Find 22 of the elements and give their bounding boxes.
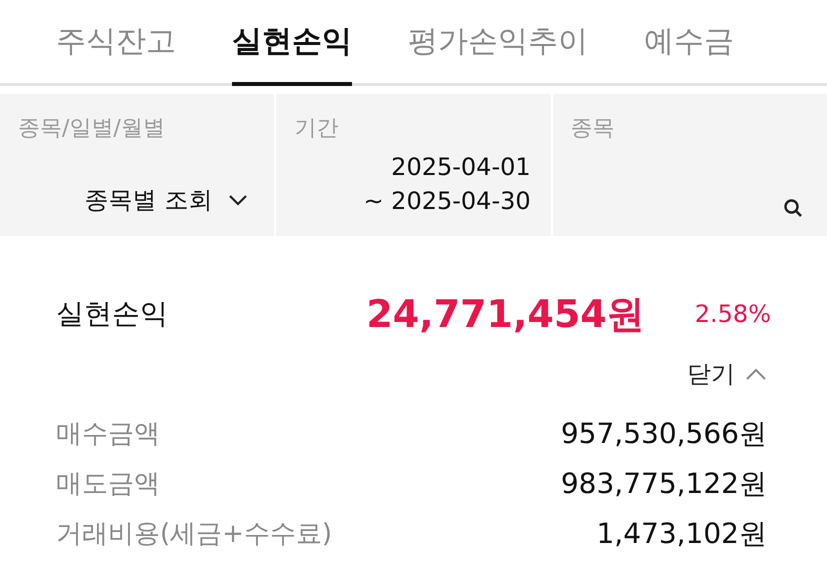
realized-profit-amount: 24,771,454원 xyxy=(366,290,645,338)
filter-label: 종목/일별/월별 xyxy=(18,115,166,143)
filter-label: 종목 xyxy=(570,115,616,143)
period-field[interactable]: 2025-04-01 ~ 2025-04-30 xyxy=(363,150,533,218)
profit-rate: 2.58% xyxy=(694,299,771,330)
tab[interactable]: 주식잔고 xyxy=(56,0,176,86)
tab[interactable]: 평가손익추이 xyxy=(408,0,588,86)
chevron-up-icon xyxy=(745,368,767,380)
search-icon xyxy=(783,198,803,218)
detail-label: 매도금액 xyxy=(56,468,160,500)
summary-label: 실현손익 xyxy=(56,296,168,332)
view-dropdown[interactable]: 종목별 조회 xyxy=(84,182,256,218)
tab[interactable]: 예수금 xyxy=(644,0,734,86)
filter-label: 기간 xyxy=(294,115,340,143)
tab[interactable]: 실현손익 xyxy=(232,0,352,86)
detail-label: 거래비용(세금+수수료) xyxy=(56,518,332,550)
detail-value: 1,473,102원 xyxy=(596,516,768,552)
detail-label: 매수금액 xyxy=(56,418,160,450)
chevron-down-icon xyxy=(228,194,248,206)
close-toggle[interactable]: 닫기 xyxy=(687,356,767,392)
detail-value: 957,530,566원 xyxy=(560,416,768,452)
detail-value: 983,775,122원 xyxy=(560,466,768,502)
